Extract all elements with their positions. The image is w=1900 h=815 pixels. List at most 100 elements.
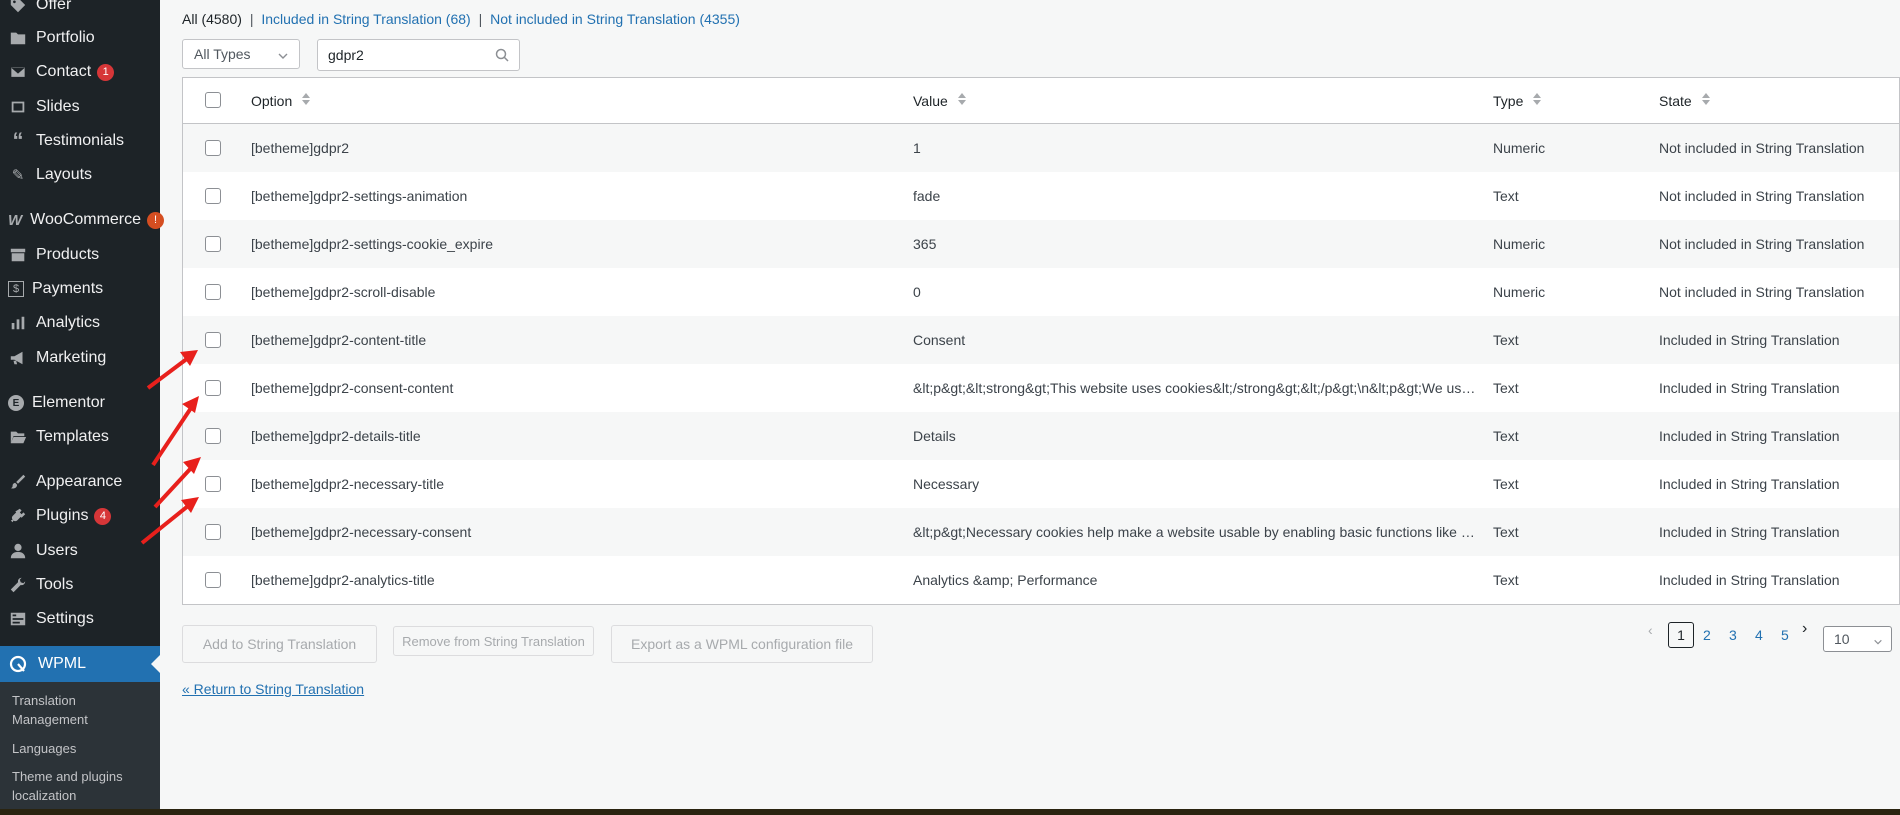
type-cell: Text <box>1493 188 1519 204</box>
sidebar-item-label: Settings <box>36 610 94 627</box>
pagination-page[interactable]: 4 <box>1755 627 1763 643</box>
options-table: Option Value Type State [betheme]gdpr2 1… <box>182 77 1900 605</box>
option-cell: [betheme]gdpr2-details-title <box>251 428 421 444</box>
add-to-string-translation-button[interactable]: Add to String Translation <box>182 625 377 663</box>
type-cell: Text <box>1493 572 1519 588</box>
sidebar-item-elementor[interactable]: E Elementor <box>0 388 160 418</box>
sidebar-item-plugins[interactable]: Plugins 4 <box>0 501 160 531</box>
sidebar-item-analytics[interactable]: Analytics <box>0 308 160 338</box>
option-cell: [betheme]gdpr2-analytics-title <box>251 572 435 588</box>
sidebar-item-label: Portfolio <box>36 29 95 46</box>
state-cell: Not included in String Translation <box>1659 284 1865 300</box>
column-header-type[interactable]: Type <box>1493 92 1542 109</box>
archive-icon <box>8 245 28 265</box>
admin-sidebar: Offer Portfolio Contact 1 Slides “ Testi… <box>0 0 165 809</box>
table-row: [betheme]gdpr2-settings-cookie_expire 36… <box>183 220 1899 269</box>
sidebar-item-label: Products <box>36 246 100 263</box>
table-row: [betheme]gdpr2-scroll-disable 0 Numeric … <box>183 268 1899 317</box>
sidebar-item-templates[interactable]: Templates <box>0 422 160 452</box>
filter-not-included[interactable]: Not included in String Translation (4355… <box>490 11 740 27</box>
value-cell: Necessary <box>913 476 980 492</box>
option-cell: [betheme]gdpr2-necessary-consent <box>251 524 472 540</box>
sidebar-item-offer[interactable]: Offer <box>0 0 160 20</box>
table-header: Option Value Type State <box>183 78 1899 124</box>
table-row: [betheme]gdpr2-details-title Details Tex… <box>183 412 1899 461</box>
remove-from-string-translation-button[interactable]: Remove from String Translation <box>393 626 594 656</box>
submenu-item-theme-plugins-localization[interactable]: Theme and plugins localization <box>12 767 152 805</box>
export-wpml-config-button[interactable]: Export as a WPML configuration file <box>611 625 873 663</box>
row-checkbox[interactable] <box>205 236 221 252</box>
column-header-value[interactable]: Value <box>913 92 966 109</box>
sidebar-item-contact[interactable]: Contact 1 <box>0 57 160 87</box>
submenu-item-translation-management[interactable]: Translation Management <box>12 691 152 729</box>
column-header-label: Value <box>913 92 948 109</box>
row-checkbox[interactable] <box>205 428 221 444</box>
option-cell: [betheme]gdpr2 <box>251 140 350 156</box>
sidebar-item-woocommerce[interactable]: W WooCommerce ! <box>0 205 165 235</box>
row-checkbox[interactable] <box>205 572 221 588</box>
type-cell: Text <box>1493 380 1519 396</box>
sidebar-item-layouts[interactable]: ✎ Layouts <box>0 160 160 190</box>
select-all-checkbox[interactable] <box>205 92 221 108</box>
sidebar-item-label: Elementor <box>32 394 105 411</box>
sidebar-item-settings[interactable]: Settings <box>0 604 160 634</box>
table-row: [betheme]gdpr2-necessary-consent &lt;p&g… <box>183 508 1899 557</box>
return-to-string-translation-link[interactable]: « Return to String Translation <box>182 681 364 697</box>
row-checkbox[interactable] <box>205 476 221 492</box>
value-cell: fade <box>913 188 941 204</box>
state-cell: Included in String Translation <box>1659 428 1840 444</box>
row-checkbox[interactable] <box>205 188 221 204</box>
notification-badge: 1 <box>97 63 115 81</box>
chevron-down-icon <box>277 49 289 65</box>
wpml-submenu: Translation Management Languages Theme a… <box>0 682 160 809</box>
type-cell: Numeric <box>1493 236 1546 252</box>
sidebar-item-appearance[interactable]: Appearance <box>0 467 160 497</box>
row-checkbox[interactable] <box>205 140 221 156</box>
pagination-page[interactable]: 3 <box>1729 627 1737 643</box>
user-icon <box>8 541 28 561</box>
sidebar-item-label: Plugins <box>36 507 89 524</box>
type-cell: Text <box>1493 332 1519 348</box>
value-cell: 365 <box>913 236 937 252</box>
row-checkbox[interactable] <box>205 332 221 348</box>
sort-icon <box>1533 92 1542 109</box>
sidebar-item-portfolio[interactable]: Portfolio <box>0 23 160 53</box>
sidebar-item-users[interactable]: Users <box>0 536 160 566</box>
submenu-item-languages[interactable]: Languages <box>12 739 152 758</box>
sidebar-item-marketing[interactable]: Marketing <box>0 343 160 373</box>
pagination-page[interactable]: 5 <box>1781 627 1789 643</box>
search-input[interactable] <box>326 46 490 64</box>
value-cell: 1 <box>913 140 921 156</box>
per-page-select[interactable]: 10 <box>1823 626 1892 652</box>
search-icon[interactable] <box>495 48 509 67</box>
column-header-option[interactable]: Option <box>251 92 311 109</box>
value-cell: Details <box>913 428 956 444</box>
row-checkbox[interactable] <box>205 284 221 300</box>
filter-all[interactable]: All (4580) <box>182 11 242 27</box>
column-header-state[interactable]: State <box>1659 92 1710 109</box>
row-checkbox[interactable] <box>205 380 221 396</box>
type-filter-select[interactable]: All Types <box>182 39 300 69</box>
sidebar-item-testimonials[interactable]: “ Testimonials <box>0 126 160 156</box>
pagination-prev[interactable]: ‹ <box>1648 622 1653 638</box>
value-cell: Consent <box>913 332 966 348</box>
state-cell: Not included in String Translation <box>1659 140 1865 156</box>
row-checkbox[interactable] <box>205 524 221 540</box>
filter-included[interactable]: Included in String Translation (68) <box>261 11 470 27</box>
sidebar-item-payments[interactable]: $ Payments <box>0 274 160 304</box>
sidebar-item-slides[interactable]: Slides <box>0 92 160 122</box>
type-cell: Text <box>1493 476 1519 492</box>
type-cell: Numeric <box>1493 140 1546 156</box>
type-filter-value: All Types <box>194 46 251 62</box>
value-cell: 0 <box>913 284 921 300</box>
tag-icon <box>8 0 28 15</box>
pagination-page[interactable]: 2 <box>1703 627 1711 643</box>
sidebar-item-products[interactable]: Products <box>0 240 160 270</box>
pagination-next[interactable]: › <box>1802 620 1807 638</box>
sidebar-item-tools[interactable]: Tools <box>0 570 160 600</box>
search-field[interactable] <box>317 39 520 71</box>
sidebar-item-wpml[interactable]: WPML <box>0 646 160 682</box>
state-cell: Included in String Translation <box>1659 476 1840 492</box>
sort-icon <box>302 92 311 109</box>
table-row: [betheme]gdpr2-content-title Consent Tex… <box>183 316 1899 365</box>
